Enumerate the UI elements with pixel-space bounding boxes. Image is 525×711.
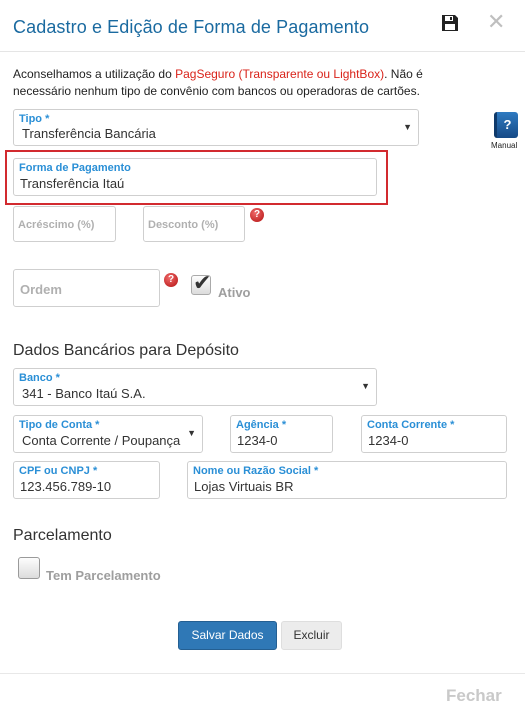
cpf-cnpj-label: CPF ou CNPJ *	[19, 465, 98, 477]
cpf-cnpj-input[interactable]: CPF ou CNPJ * 123.456.789-10	[13, 461, 160, 499]
tipo-conta-select[interactable]: Tipo de Conta * Conta Corrente / Poupanç…	[13, 415, 203, 453]
tem-parcelamento-checkbox[interactable]	[18, 557, 40, 579]
banco-label: Banco *	[19, 372, 60, 384]
tipo-conta-value: Conta Corrente / Poupança	[22, 433, 181, 448]
agencia-value: 1234-0	[237, 433, 278, 448]
floppy-disk-icon[interactable]	[441, 14, 459, 32]
close-icon[interactable]: ✕	[487, 11, 505, 33]
forma-pagamento-label: Forma de Pagamento	[19, 162, 131, 174]
chevron-down-icon: ▼	[403, 122, 412, 132]
footer-divider	[0, 673, 525, 674]
ativo-label[interactable]: Ativo	[218, 285, 251, 300]
modal-title: Cadastro e Edição de Forma de Pagamento	[13, 17, 370, 37]
save-button[interactable]: Salvar Dados	[178, 621, 277, 650]
agencia-label: Agência *	[236, 419, 287, 431]
help-icon[interactable]: ?	[250, 208, 264, 222]
forma-pagamento-value: Transferência Itaú	[20, 176, 125, 191]
conta-corrente-value: 1234-0	[368, 433, 409, 448]
tipo-value: Transferência Bancária	[22, 126, 156, 141]
chevron-down-icon: ▼	[187, 428, 196, 438]
ordem-input[interactable]: Ordem	[13, 269, 160, 307]
checkmark-icon: ✔	[193, 270, 212, 295]
acrescimo-input[interactable]: Acréscimo (%)	[13, 206, 116, 242]
parcelamento-heading: Parcelamento	[13, 527, 112, 544]
notice-prefix: Aconselhamos a utilização do	[13, 67, 176, 81]
razao-social-label: Nome ou Razão Social *	[193, 465, 319, 477]
tem-parcelamento-label[interactable]: Tem Parcelamento	[46, 568, 161, 583]
manual-help-icon[interactable]: ?	[494, 112, 518, 138]
agencia-input[interactable]: Agência * 1234-0	[230, 415, 333, 453]
modal-header: Cadastro e Edição de Forma de Pagamento …	[0, 0, 525, 52]
manual-label[interactable]: Manual	[491, 141, 517, 150]
conta-corrente-label: Conta Corrente *	[367, 419, 455, 431]
acrescimo-placeholder: Acréscimo (%)	[18, 219, 95, 231]
banco-select[interactable]: Banco * 341 - Banco Itaú S.A. ▼	[13, 368, 377, 406]
chevron-down-icon: ▼	[361, 381, 370, 391]
cpf-cnpj-value: 123.456.789-10	[20, 479, 112, 494]
help-icon[interactable]: ?	[164, 273, 178, 287]
delete-button[interactable]: Excluir	[281, 621, 342, 650]
dados-bancarios-heading: Dados Bancários para Depósito	[13, 342, 239, 359]
banco-value: 341 - Banco Itaú S.A.	[22, 386, 146, 401]
notice-text: Aconselhamos a utilização do PagSeguro (…	[13, 66, 483, 100]
razao-social-value: Lojas Virtuais BR	[194, 479, 294, 494]
razao-social-input[interactable]: Nome ou Razão Social * Lojas Virtuais BR	[187, 461, 507, 499]
tipo-label: Tipo *	[19, 113, 50, 125]
tipo-conta-label: Tipo de Conta *	[19, 419, 100, 431]
desconto-placeholder: Desconto (%)	[148, 219, 219, 231]
ativo-checkbox[interactable]: ✔	[191, 270, 211, 295]
pagseguro-link[interactable]: PagSeguro (Transparente ou LightBox)	[175, 67, 384, 81]
close-button[interactable]: Fechar	[446, 686, 502, 706]
conta-corrente-input[interactable]: Conta Corrente * 1234-0	[361, 415, 507, 453]
ordem-placeholder: Ordem	[20, 282, 62, 297]
tipo-select[interactable]: Tipo * Transferência Bancária ▼	[13, 109, 419, 146]
desconto-input[interactable]: Desconto (%)	[143, 206, 245, 242]
forma-pagamento-input[interactable]: Forma de Pagamento Transferência Itaú	[13, 158, 377, 196]
